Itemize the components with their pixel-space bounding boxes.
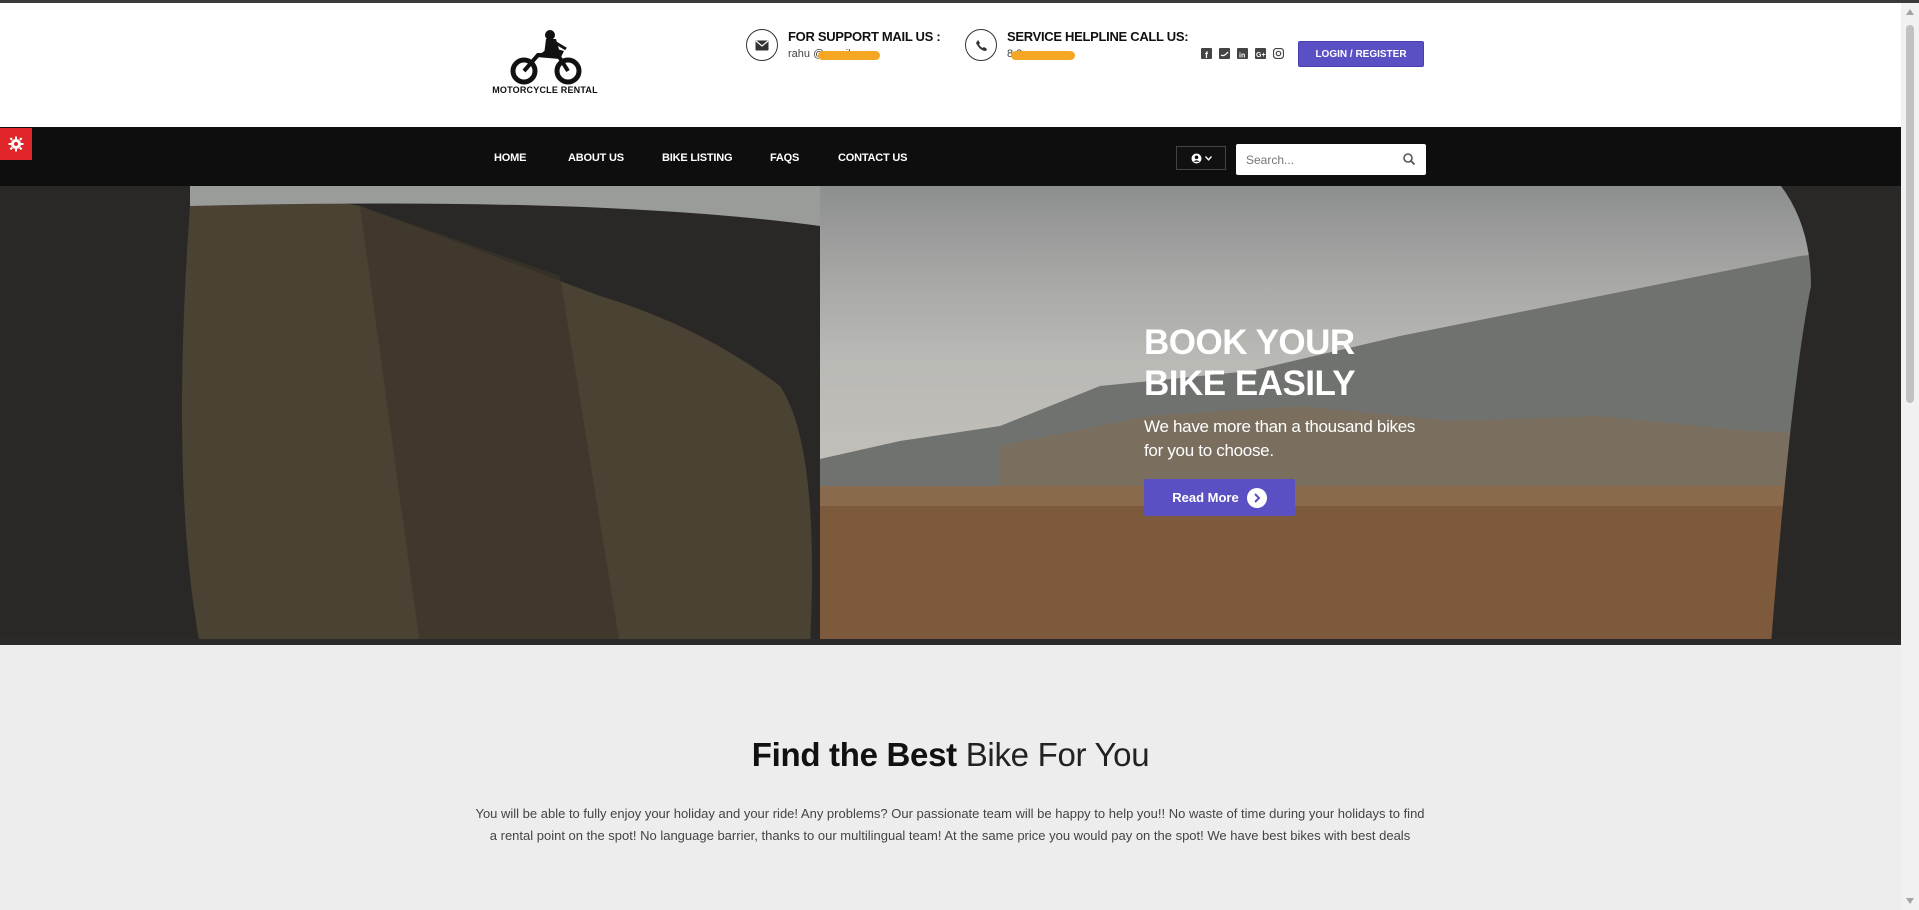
phone-icon [965, 29, 997, 61]
logo-text: MOTORCYCLE RENTAL [492, 85, 598, 95]
nav-item-bike-listing[interactable]: BIKE LISTING [662, 152, 733, 164]
hero-subtitle-line2: for you to choose. [1144, 441, 1274, 460]
redaction-mark [818, 51, 880, 60]
hero-subtitle: We have more than a thousand bikes for y… [1144, 415, 1444, 463]
hero-title: BOOK YOUR BIKE EASILY [1144, 322, 1444, 404]
section-title: Find the Best Bike For You [0, 736, 1901, 774]
read-more-label: Read More [1172, 490, 1239, 505]
mail-title: FOR SUPPORT MAIL US : [788, 29, 941, 44]
nav-item-faqs[interactable]: FAQS [770, 152, 799, 164]
svg-text:G+: G+ [1256, 52, 1266, 59]
section-description: You will be able to fully enjoy your hol… [475, 806, 1425, 843]
login-register-button[interactable]: LOGIN / REGISTER [1298, 41, 1424, 67]
google-plus-icon[interactable]: G+ [1254, 47, 1266, 59]
gear-icon [8, 136, 24, 152]
twitter-icon[interactable] [1218, 47, 1230, 59]
chevron-right-icon [1246, 487, 1267, 508]
site-logo[interactable]: MOTORCYCLE RENTAL [480, 29, 610, 101]
scroll-down-arrow[interactable] [1906, 898, 1914, 904]
linkedin-icon[interactable]: in [1236, 47, 1248, 59]
facebook-icon[interactable]: f [1200, 47, 1212, 59]
phone-title: SERVICE HELPLINE CALL US: [1007, 29, 1189, 44]
svg-text:in: in [1239, 52, 1245, 59]
user-dropdown[interactable] [1176, 146, 1226, 170]
support-mail: FOR SUPPORT MAIL US : rahu @gmail.com [746, 27, 946, 67]
user-circle-icon [1191, 153, 1201, 163]
section-title-bold: Find the Best [751, 736, 957, 773]
hero-foreground-blur [0, 186, 820, 645]
hero-title-line2: BIKE EASILY [1144, 364, 1356, 403]
hero-banner: BOOK YOUR BIKE EASILY We have more than … [0, 186, 1901, 645]
nav-item-about-us[interactable]: ABOUT US [568, 152, 624, 164]
nav-item-home[interactable]: HOME [494, 152, 526, 164]
page-scrollbar[interactable] [1901, 3, 1919, 910]
main-nav: HOME ABOUT US BIKE LISTING FAQS CONTACT … [0, 127, 1901, 186]
instagram-icon[interactable] [1272, 47, 1284, 59]
chevron-down-icon [1204, 155, 1212, 161]
hero-right-frame [1771, 186, 1901, 645]
social-links: f in G+ [1200, 47, 1284, 59]
read-more-button[interactable]: Read More [1144, 479, 1295, 516]
service-helpline: SERVICE HELPLINE CALL US: 8 2 [965, 27, 1189, 67]
motorcycle-rider-icon [510, 30, 582, 85]
search-icon[interactable] [1402, 152, 1416, 166]
nav-item-contact-us[interactable]: CONTACT US [838, 152, 907, 164]
scroll-up-arrow[interactable] [1906, 9, 1914, 15]
hero-bottom-bar [0, 639, 1901, 645]
settings-tab[interactable] [0, 128, 32, 160]
search-box [1236, 144, 1426, 175]
page: MOTORCYCLE RENTAL FOR SUPPORT MAIL US : … [0, 3, 1901, 910]
search-input[interactable] [1236, 144, 1406, 175]
section-title-light: Bike For You [965, 736, 1150, 773]
scrollbar-thumb[interactable] [1906, 25, 1914, 403]
envelope-icon [746, 29, 778, 61]
site-header: MOTORCYCLE RENTAL FOR SUPPORT MAIL US : … [0, 3, 1901, 127]
hero-title-line1: BOOK YOUR [1144, 323, 1355, 362]
hero-subtitle-line1: We have more than a thousand bikes [1144, 417, 1416, 436]
redaction-mark [1011, 51, 1075, 60]
